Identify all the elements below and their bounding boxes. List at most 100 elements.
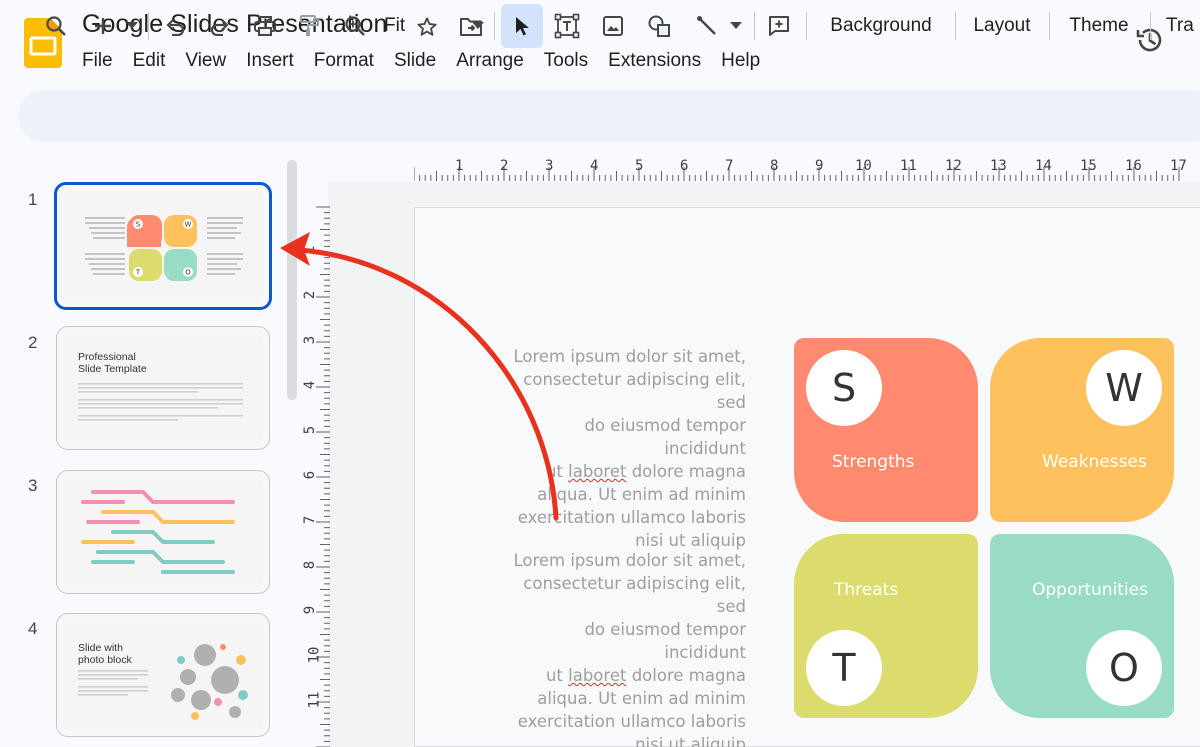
ruler-label: 14 <box>1035 158 1052 174</box>
menu-format[interactable]: Format <box>304 48 384 74</box>
menu-edit[interactable]: Edit <box>123 48 176 74</box>
zoom-button[interactable] <box>340 8 370 44</box>
text-line: consectetur adipiscing elit, sed <box>523 370 746 412</box>
ruler-label: 17 <box>1170 158 1187 174</box>
text-line: do eiusmod tempor incididunt <box>584 416 746 458</box>
menu-insert[interactable]: Insert <box>236 48 304 74</box>
print-icon <box>254 16 276 36</box>
insert-comment-button[interactable] <box>764 8 794 44</box>
line-dropdown[interactable] <box>726 8 746 44</box>
spellcheck-underline[interactable]: laboret <box>568 462 626 481</box>
zoom-select[interactable]: Fit <box>384 8 484 44</box>
toolbar-divider <box>754 12 755 40</box>
photo-block-thumbnail-preview <box>78 644 248 720</box>
menu-view[interactable]: View <box>175 48 236 74</box>
redo-icon <box>210 19 229 36</box>
spellcheck-underline[interactable]: laboret <box>568 666 626 685</box>
new-slide-dropdown[interactable] <box>122 8 142 44</box>
menu-help[interactable]: Help <box>711 48 770 74</box>
swot-strengths-label: Strengths <box>832 452 915 472</box>
svg-text:S: S <box>136 221 141 229</box>
menu-arrange[interactable]: Arrange <box>446 48 534 74</box>
swot-weaknesses-tile[interactable]: W Weaknesses <box>990 338 1174 522</box>
menu-file[interactable]: File <box>72 48 123 74</box>
ruler-label: 15 <box>1080 158 1097 174</box>
slide-thumbnail-4[interactable]: Slide with photo block <box>56 613 270 737</box>
swot-strengths-tile[interactable]: S Strengths <box>794 338 978 522</box>
toolbar-divider <box>955 12 956 40</box>
menu-slide[interactable]: Slide <box>384 48 446 74</box>
ruler-label: 6 <box>302 470 319 480</box>
toolbar-divider <box>806 12 807 40</box>
search-icon <box>46 16 66 36</box>
toolbar-divider <box>148 12 149 40</box>
slide-thumbnail-3[interactable] <box>56 470 270 594</box>
ruler-label: 3 <box>302 335 319 345</box>
ruler-label: 3 <box>545 158 554 174</box>
swot-opportunities-label: Opportunities <box>1032 580 1148 600</box>
ruler-label: 10 <box>855 158 872 174</box>
menu-extensions[interactable]: Extensions <box>598 48 711 74</box>
shapes-icon <box>648 15 670 37</box>
caret-down-icon <box>730 22 742 29</box>
slide-number: 1 <box>28 190 38 209</box>
text-line: do eiusmod tempor incididunt <box>584 620 746 662</box>
redo-button[interactable] <box>205 8 235 44</box>
ruler-label: 11 <box>306 691 323 709</box>
text-line: Lorem ipsum dolor sit amet, <box>513 347 746 366</box>
theme-label: Theme <box>1069 15 1129 36</box>
swot-weaknesses-label: Weaknesses <box>1042 452 1147 472</box>
text-line: Lorem ipsum dolor sit amet, <box>513 551 746 570</box>
select-tool-button[interactable] <box>501 4 543 48</box>
timeline-thumbnail-preview <box>81 490 235 574</box>
ruler-label: 5 <box>302 425 319 435</box>
slide-thumbnail-2[interactable]: Professional Slide Template <box>56 326 270 450</box>
add-comment-icon <box>769 16 789 36</box>
svg-text:O: O <box>185 269 191 277</box>
text-line: nisi ut aliquip <box>635 735 746 747</box>
swot-threats-label: Threats <box>834 580 899 600</box>
text-box-upper[interactable]: Lorem ipsum dolor sit amet, consectetur … <box>506 345 746 552</box>
ruler-label: 7 <box>302 515 319 525</box>
toolbar-divider <box>1150 12 1151 40</box>
insert-image-button[interactable] <box>598 8 628 44</box>
print-button[interactable] <box>250 8 280 44</box>
swot-threats-tile[interactable]: Threats T <box>794 534 978 718</box>
svg-text:T: T <box>135 269 141 277</box>
text-box-lower[interactable]: Lorem ipsum dolor sit amet, consectetur … <box>506 549 746 747</box>
undo-button[interactable] <box>160 8 190 44</box>
slide-thumbnail-1[interactable]: S W T O <box>54 182 272 310</box>
ruler-label: 12 <box>945 158 962 174</box>
paint-format-button[interactable] <box>294 8 324 44</box>
line-icon <box>697 16 716 35</box>
new-slide-button[interactable] <box>90 8 116 44</box>
text-line: ut laboret dolore magna <box>545 462 746 481</box>
swot-opportunities-tile[interactable]: Opportunities O <box>990 534 1174 718</box>
swot-thumbnail-preview: S W T O <box>85 215 243 281</box>
text-line: exercitation ullamco laboris <box>517 712 746 731</box>
slide-number: 4 <box>28 619 38 638</box>
zoom-in-icon <box>345 16 365 36</box>
filmstrip-scrollbar[interactable] <box>287 160 297 400</box>
ruler-label: 5 <box>635 158 644 174</box>
theme-button[interactable]: Theme <box>1062 8 1136 44</box>
line-button[interactable] <box>692 8 722 44</box>
ruler-label: 4 <box>590 158 599 174</box>
layout-button[interactable]: Layout <box>964 8 1040 44</box>
menu-tools[interactable]: Tools <box>534 48 598 74</box>
shape-button[interactable] <box>644 8 674 44</box>
search-menus-button[interactable] <box>40 8 72 44</box>
text-line: aliqua. Ut enim ad minim <box>537 689 746 708</box>
transition-button[interactable]: Tra <box>1166 8 1200 44</box>
ruler-label: 7 <box>725 158 734 174</box>
paint-format-icon <box>300 15 319 36</box>
background-button[interactable]: Background <box>820 8 942 44</box>
caret-down-icon <box>126 22 138 29</box>
text-box-button[interactable] <box>552 8 582 44</box>
ruler-label: 4 <box>302 380 319 390</box>
menu-bar: File Edit View Insert Format Slide Arran… <box>72 48 770 74</box>
image-icon <box>603 16 623 36</box>
toolbar-divider <box>494 12 495 40</box>
swot-o-circle: O <box>1086 630 1162 706</box>
text-line: aliqua. Ut enim ad minim <box>537 485 746 504</box>
